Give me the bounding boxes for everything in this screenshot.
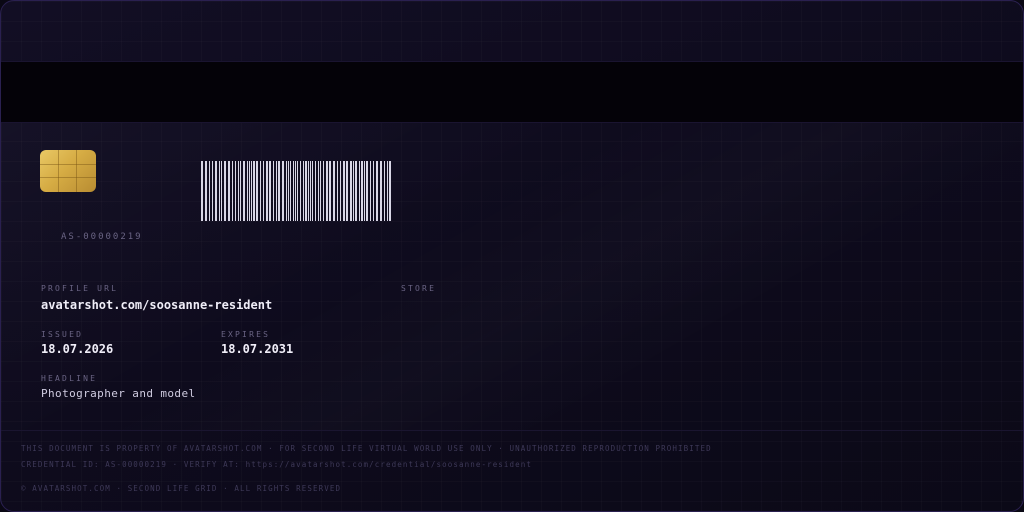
footer-legal-text: THIS DOCUMENT IS PROPERTY OF AVATARSHOT.… bbox=[21, 444, 712, 453]
barcode-icon bbox=[201, 161, 391, 221]
profile-url-label: PROFILE URL bbox=[41, 284, 119, 293]
credential-card-back: AS-00000219 PROFILE URL avatarshot.com/s… bbox=[0, 0, 1024, 512]
profile-url-value[interactable]: avatarshot.com/soosanne-resident bbox=[41, 298, 272, 312]
footer-divider bbox=[1, 430, 1023, 431]
expires-date: 18.07.2031 bbox=[221, 342, 294, 356]
store-label: STORE bbox=[401, 284, 437, 293]
headline-value: Photographer and model bbox=[41, 387, 196, 400]
headline-label: HEADLINE bbox=[41, 374, 98, 383]
magnetic-stripe bbox=[1, 61, 1023, 123]
expires-label: EXPIRES bbox=[221, 330, 271, 339]
smart-card-chip-icon bbox=[40, 150, 96, 192]
footer-verify-text: CREDENTIAL ID: AS-00000219 · VERIFY AT: … bbox=[21, 460, 532, 469]
card-sheen bbox=[1, 121, 1023, 431]
footer-copyright-text: © AVATARSHOT.COM · SECOND LIFE GRID · AL… bbox=[21, 484, 342, 493]
issued-label: ISSUED bbox=[41, 330, 84, 339]
issued-date: 18.07.2026 bbox=[41, 342, 114, 356]
credential-number: AS-00000219 bbox=[61, 232, 143, 242]
